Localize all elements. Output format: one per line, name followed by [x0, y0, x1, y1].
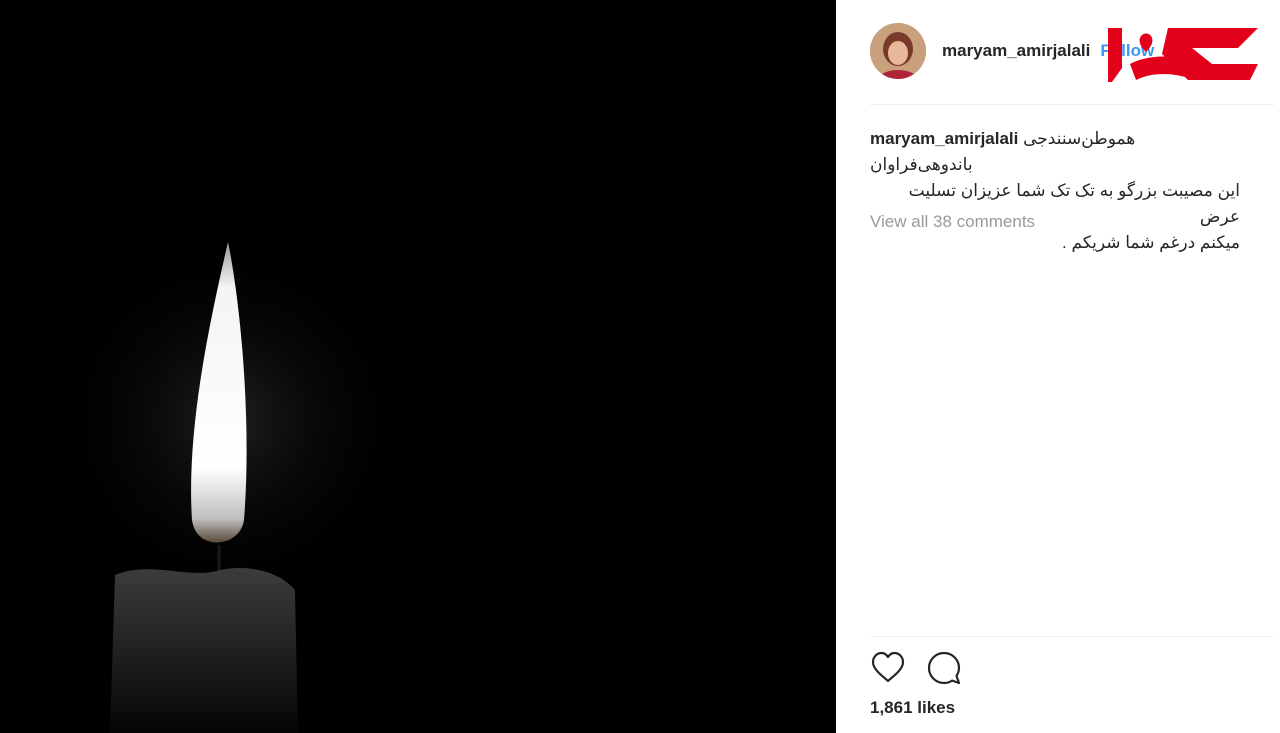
post-caption: maryam_amirjalali هموطن‌سنندجی باندوهی‌ف… [870, 126, 1240, 256]
likes-count[interactable]: 1,861 likes [870, 698, 955, 718]
avatar[interactable] [870, 23, 926, 79]
caption-line-3: میکنم درغم شما شریکم . [1062, 233, 1240, 252]
post-image [0, 0, 836, 733]
heart-icon[interactable] [870, 650, 906, 686]
caption-username[interactable]: maryam_amirjalali [870, 129, 1018, 148]
view-all-comments-link[interactable]: View all 38 comments [870, 212, 1035, 232]
comment-icon[interactable] [926, 650, 962, 686]
post-actions [870, 650, 982, 686]
username-link[interactable]: maryam_amirjalali [942, 41, 1090, 61]
post-sidebar: maryam_amirjalali Follow maryam_amirjala… [836, 0, 1280, 733]
header-divider [870, 104, 1274, 105]
candle-image [0, 0, 836, 733]
rokna-logo-icon [1108, 28, 1258, 82]
actions-divider [870, 636, 1274, 637]
